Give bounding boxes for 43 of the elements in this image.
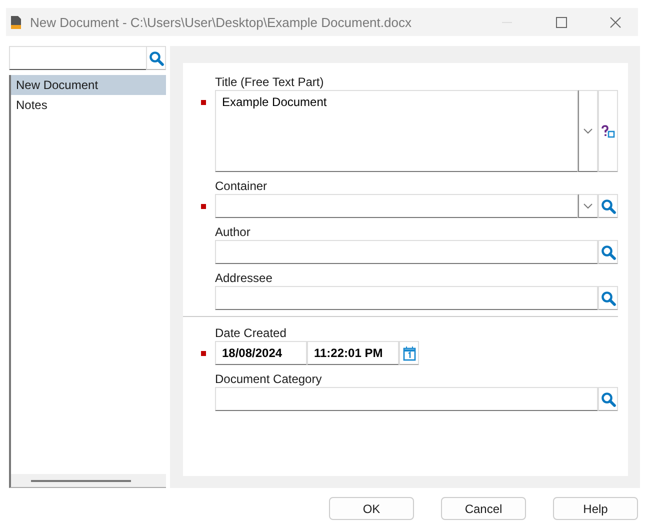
dialog-button[interactable]: Cancel [441, 497, 526, 520]
search-icon [600, 198, 616, 214]
time-field[interactable]: 11:22:01 PM [307, 341, 399, 365]
search-icon [600, 290, 616, 306]
maximize-icon [556, 16, 566, 28]
search-button[interactable] [146, 46, 166, 70]
lookup-field[interactable] [215, 286, 598, 310]
lookup-field[interactable] [215, 240, 598, 264]
chevron-down-icon [583, 128, 593, 134]
field-label: Date Created [215, 325, 288, 341]
field-label: Title (Free Text Part) [215, 74, 325, 90]
lookup-field[interactable] [215, 387, 598, 411]
field-label: Container [215, 178, 268, 194]
search-button[interactable] [598, 194, 618, 218]
search-button[interactable] [598, 387, 618, 411]
dropdown-button[interactable] [578, 90, 598, 172]
list-item[interactable]: Notes [11, 95, 166, 115]
dialog-button[interactable]: Help [553, 497, 638, 520]
close-icon [610, 16, 620, 28]
calendar-button[interactable] [399, 341, 419, 365]
text-part-button[interactable] [598, 90, 618, 172]
search-icon [600, 244, 616, 260]
list-item[interactable]: New Document [11, 75, 166, 95]
horizontal-scrollbar[interactable] [11, 474, 166, 487]
search-icon [148, 50, 164, 66]
window-title: New Document - C:\Users\User\Desktop\Example Document.docx [30, 14, 412, 30]
title-field[interactable]: Example Document [215, 90, 578, 172]
document-icon [10, 14, 22, 30]
date-field[interactable]: 18/08/2024 [215, 341, 307, 365]
calendar-icon [402, 346, 416, 360]
question-text-icon [601, 124, 615, 138]
dropdown-button[interactable] [578, 194, 598, 218]
container-field[interactable] [215, 194, 578, 218]
scrollbar-thumb[interactable] [31, 480, 131, 482]
search-button[interactable] [598, 286, 618, 310]
search-field[interactable] [9, 46, 146, 70]
field-label: Document Category [215, 371, 323, 387]
search-icon [600, 392, 616, 406]
chevron-down-icon [583, 203, 593, 209]
field-label: Author [215, 224, 252, 240]
dialog-button[interactable]: OK [329, 497, 414, 520]
field-label: Addressee [215, 270, 274, 286]
search-button[interactable] [598, 240, 618, 264]
